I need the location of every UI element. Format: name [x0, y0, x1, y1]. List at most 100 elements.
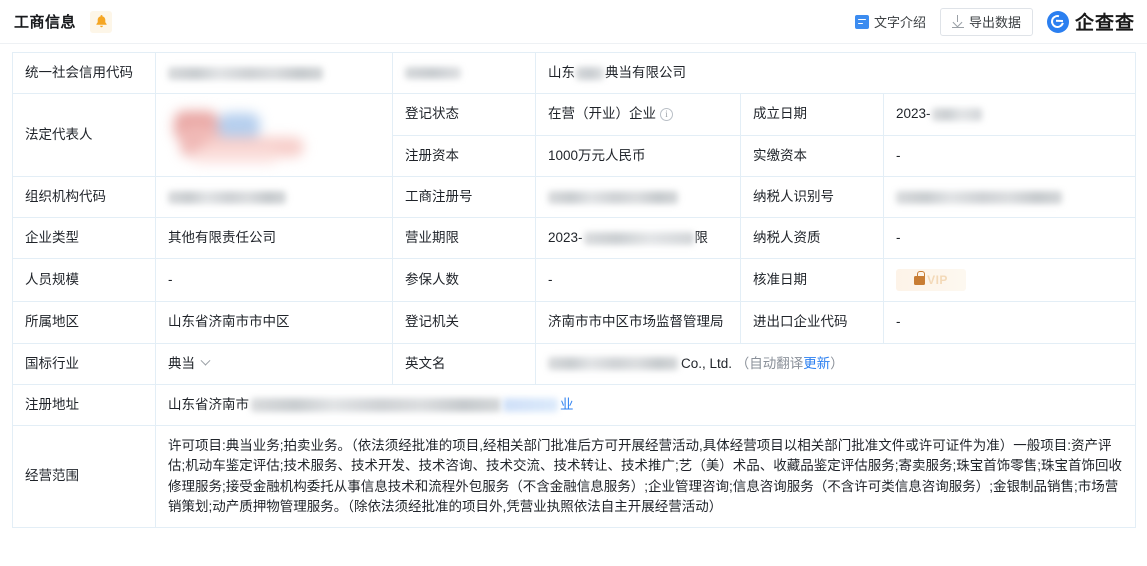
auto-translate-open: （自动翻译 [735, 355, 804, 371]
info-icon[interactable]: i [660, 108, 673, 122]
legal-person-label: 法定代表人 [12, 93, 156, 177]
business-scope-value: 许可项目:典当业务;拍卖业务。（依法须经批准的项目,经相关部门批准后方可开展经营… [154, 425, 1137, 528]
table-row: 人员规模 - 参保人数 - 核准日期 VIP [12, 258, 1137, 303]
business-term-text: 2023- [548, 230, 583, 245]
update-translation-link[interactable]: 更新 [803, 356, 830, 371]
staff-size-label: 人员规模 [12, 258, 156, 303]
reg-address-label: 注册地址 [12, 383, 156, 427]
establish-date-text: 2023- [896, 106, 931, 122]
company-type-value: 其他有限责任公司 [155, 216, 393, 260]
taxpayer-qual-label: 纳税人资质 [740, 216, 884, 260]
business-term-value: 2023- 限 [535, 216, 741, 260]
english-name-value: Co., Ltd. （自动翻译更新） [534, 342, 1137, 385]
vip-lock-badge[interactable]: VIP [896, 269, 966, 292]
text-intro-button[interactable]: 文字介绍 [854, 12, 926, 31]
table-row: 经营范围 许可项目:典当业务;拍卖业务。（依法须经批准的项目,经相关部门批准后方… [12, 425, 1137, 528]
taxpayer-id-label: 纳税人识别号 [740, 175, 884, 219]
document-icon [854, 14, 869, 29]
establish-date-value: 2023- [882, 93, 1137, 136]
taxpayer-id-value [882, 175, 1137, 219]
industry-value[interactable]: 典当 [155, 342, 393, 385]
taxpayer-qual-value: - [882, 216, 1137, 260]
text-intro-label: 文字介绍 [873, 15, 926, 30]
table-row: 组织机构代码 工商注册号 纳税人识别号 [12, 175, 1137, 219]
lock-icon [914, 270, 926, 285]
redacted-block [896, 190, 1062, 204]
industry-label: 国标行业 [12, 342, 156, 385]
reg-capital-label: 注册资本 [392, 134, 536, 177]
company-name-value: 山东 典当有限公司 [534, 51, 1137, 95]
approval-date-value: VIP [882, 258, 1137, 303]
org-code-value [155, 175, 393, 219]
table-row: 注册地址 山东省济南市 业 [12, 383, 1137, 427]
qcc-logo-icon [1046, 10, 1069, 33]
download-icon [951, 15, 964, 28]
page-title: 工商信息 [14, 14, 77, 31]
company-name-prefix: 山东 [548, 65, 575, 80]
legal-person-value [155, 93, 393, 177]
redacted-block [168, 190, 286, 204]
insured-count-value: - [535, 258, 741, 303]
reg-address-value: 山东省济南市 业 [154, 383, 1137, 427]
approval-date-label: 核准日期 [740, 258, 884, 303]
paid-capital-label: 实缴资本 [740, 134, 884, 177]
redacted-block [548, 357, 678, 371]
reg-authority-value: 济南市市中区市场监督管理局 [535, 301, 741, 344]
header-actions: 文字介绍 导出数据 企查查 [854, 7, 1135, 36]
reg-address-line: 山东省济南市 业 [168, 396, 574, 413]
vip-label: VIP [927, 273, 948, 288]
staff-size-value: - [155, 258, 393, 303]
business-reg-no-value [535, 175, 741, 219]
table-row: 统一社会信用代码 山东 典当有限公司 [12, 51, 1137, 95]
redacted-block [583, 231, 694, 245]
reg-address-link-tail[interactable]: 业 [560, 397, 574, 412]
auto-translate-note: （自动翻译更新） [736, 356, 844, 371]
export-data-label: 导出数据 [968, 15, 1021, 30]
redacted-avatar-name [168, 107, 308, 163]
region-label: 所属地区 [12, 301, 156, 344]
establish-date-label: 成立日期 [740, 93, 884, 136]
english-name-text: Co., Ltd. [681, 355, 733, 371]
company-short-label [392, 51, 536, 95]
credit-code-value [155, 51, 393, 95]
industry-text: 典当 [168, 355, 195, 371]
redacted-block [251, 398, 501, 413]
table-row: 国标行业 典当 英文名 Co., Ltd. （自动翻译更新） [12, 342, 1137, 385]
company-type-label: 企业类型 [12, 216, 156, 260]
paid-capital-value: - [882, 134, 1137, 177]
redacted-block [931, 108, 982, 122]
auto-translate-close: ） [830, 355, 844, 371]
business-info-page: 工商信息 文字介绍 导出数据 企查查 统一社会信用代码 山东 典当有限公司 法定… [0, 0, 1147, 566]
redacted-block [503, 398, 558, 413]
business-info-table: 统一社会信用代码 山东 典当有限公司 法定代表人 登记状态 在营（开业）企业 i… [12, 51, 1137, 528]
import-export-code-label: 进出口企业代码 [740, 301, 884, 344]
bell-icon[interactable] [90, 10, 113, 33]
chevron-down-icon[interactable] [200, 355, 211, 366]
business-term-tail: 限 [694, 230, 709, 245]
english-name-label: 英文名 [392, 342, 536, 385]
reg-status-text: 在营（开业）企业 [548, 106, 656, 122]
reg-capital-value: 1000万元人民币 [535, 134, 741, 177]
import-export-code-value: - [882, 301, 1137, 344]
credit-code-label: 统一社会信用代码 [12, 51, 156, 95]
business-scope-label: 经营范围 [12, 425, 156, 528]
org-code-label: 组织机构代码 [12, 175, 156, 219]
redacted-block [576, 66, 604, 80]
page-header: 工商信息 文字介绍 导出数据 企查查 [0, 0, 1147, 44]
table-row: 法定代表人 登记状态 在营（开业）企业 i 成立日期 2023- [12, 93, 1137, 177]
business-info-table-wrap: 统一社会信用代码 山东 典当有限公司 法定代表人 登记状态 在营（开业）企业 i… [0, 44, 1147, 528]
business-term-label: 营业期限 [392, 216, 536, 260]
brand-name: 企查查 [1074, 13, 1135, 34]
reg-status-value: 在营（开业）企业 i [535, 93, 741, 136]
brand-logo-link[interactable]: 企查查 [1046, 8, 1135, 35]
redacted-block [548, 190, 678, 204]
export-data-button[interactable]: 导出数据 [939, 7, 1033, 36]
redacted-block [405, 67, 461, 80]
region-value: 山东省济南市市中区 [155, 301, 393, 344]
reg-authority-label: 登记机关 [392, 301, 536, 344]
table-row: 企业类型 其他有限责任公司 营业期限 2023- 限 纳税人资质 - [12, 216, 1137, 260]
reg-address-text: 山东省济南市 [168, 396, 249, 412]
reg-status-label: 登记状态 [392, 93, 536, 136]
company-name-suffix: 典当有限公司 [605, 65, 686, 80]
redacted-block [168, 66, 323, 80]
